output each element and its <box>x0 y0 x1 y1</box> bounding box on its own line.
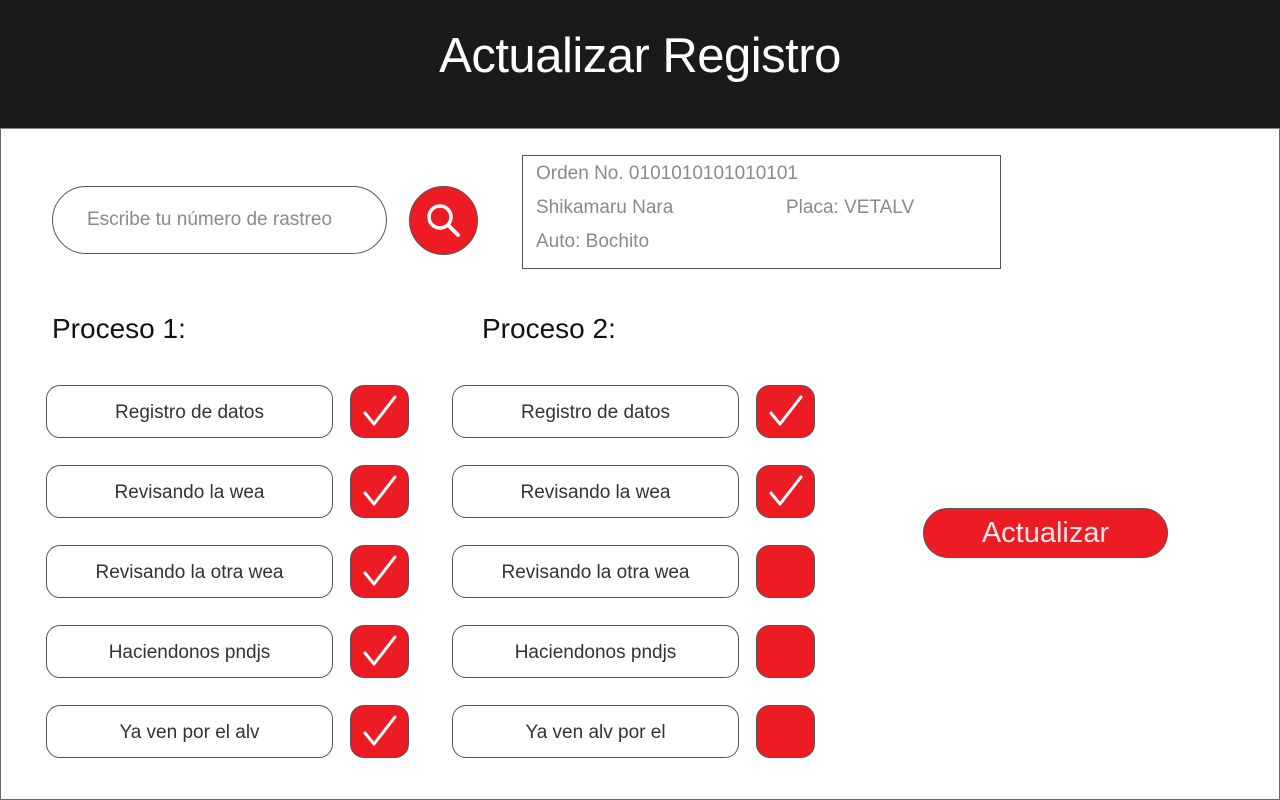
proceso-2-step: Ya ven alv por el <box>452 705 739 758</box>
proceso-2-step: Registro de datos <box>452 385 739 438</box>
customer-name: Shikamaru Nara <box>536 197 674 218</box>
proceso-2-step-checkbox[interactable] <box>756 465 815 518</box>
proceso-2-step-checkbox[interactable] <box>756 385 815 438</box>
checkmark-icon <box>363 395 396 425</box>
order-number: Orden No. 0101010101010101 <box>536 163 799 184</box>
search-icon <box>426 203 460 237</box>
tracking-number-input[interactable] <box>52 186 387 254</box>
proceso-1-step-checkbox[interactable] <box>350 465 409 518</box>
page-title: Actualizar Registro <box>439 29 841 83</box>
proceso-1-title: Proceso 1: <box>52 313 186 344</box>
proceso-2-step: Revisando la otra wea <box>452 545 739 598</box>
proceso-1-step: Revisando la otra wea <box>46 545 333 598</box>
proceso-2-title: Proceso 2: <box>482 313 616 344</box>
proceso-1-step: Revisando la wea <box>46 465 333 518</box>
proceso-1-step-checkbox[interactable] <box>350 625 409 678</box>
proceso-1-step-checkbox[interactable] <box>350 545 409 598</box>
proceso-2-step-checkbox[interactable] <box>756 705 815 758</box>
proceso-2-step-checkbox[interactable] <box>756 545 815 598</box>
plate-label: Placa: VETALV <box>786 197 915 218</box>
proceso-1-step: Registro de datos <box>46 385 333 438</box>
checkmark-icon <box>363 475 396 505</box>
proceso-2-step: Haciendonos pndjs <box>452 625 739 678</box>
proceso-2-step: Revisando la wea <box>452 465 739 518</box>
checkmark-icon <box>769 395 802 425</box>
proceso-1-step-checkbox[interactable] <box>350 385 409 438</box>
proceso-1-step: Ya ven por el alv <box>46 705 333 758</box>
car-label: Auto: Bochito <box>536 231 650 252</box>
checkmark-icon <box>363 635 396 665</box>
checkmark-icon <box>363 715 396 745</box>
checkmark-icon <box>363 555 396 585</box>
search-button[interactable] <box>409 186 478 255</box>
proceso-1-step: Haciendonos pndjs <box>46 625 333 678</box>
update-button[interactable]: Actualizar <box>923 508 1168 558</box>
page-header: Actualizar Registro <box>0 0 1280 129</box>
checkmark-icon <box>769 475 802 505</box>
proceso-2-step-checkbox[interactable] <box>756 625 815 678</box>
proceso-1-step-checkbox[interactable] <box>350 705 409 758</box>
order-info-box: Orden No. 0101010101010101 Shikamaru Nar… <box>522 155 1001 269</box>
